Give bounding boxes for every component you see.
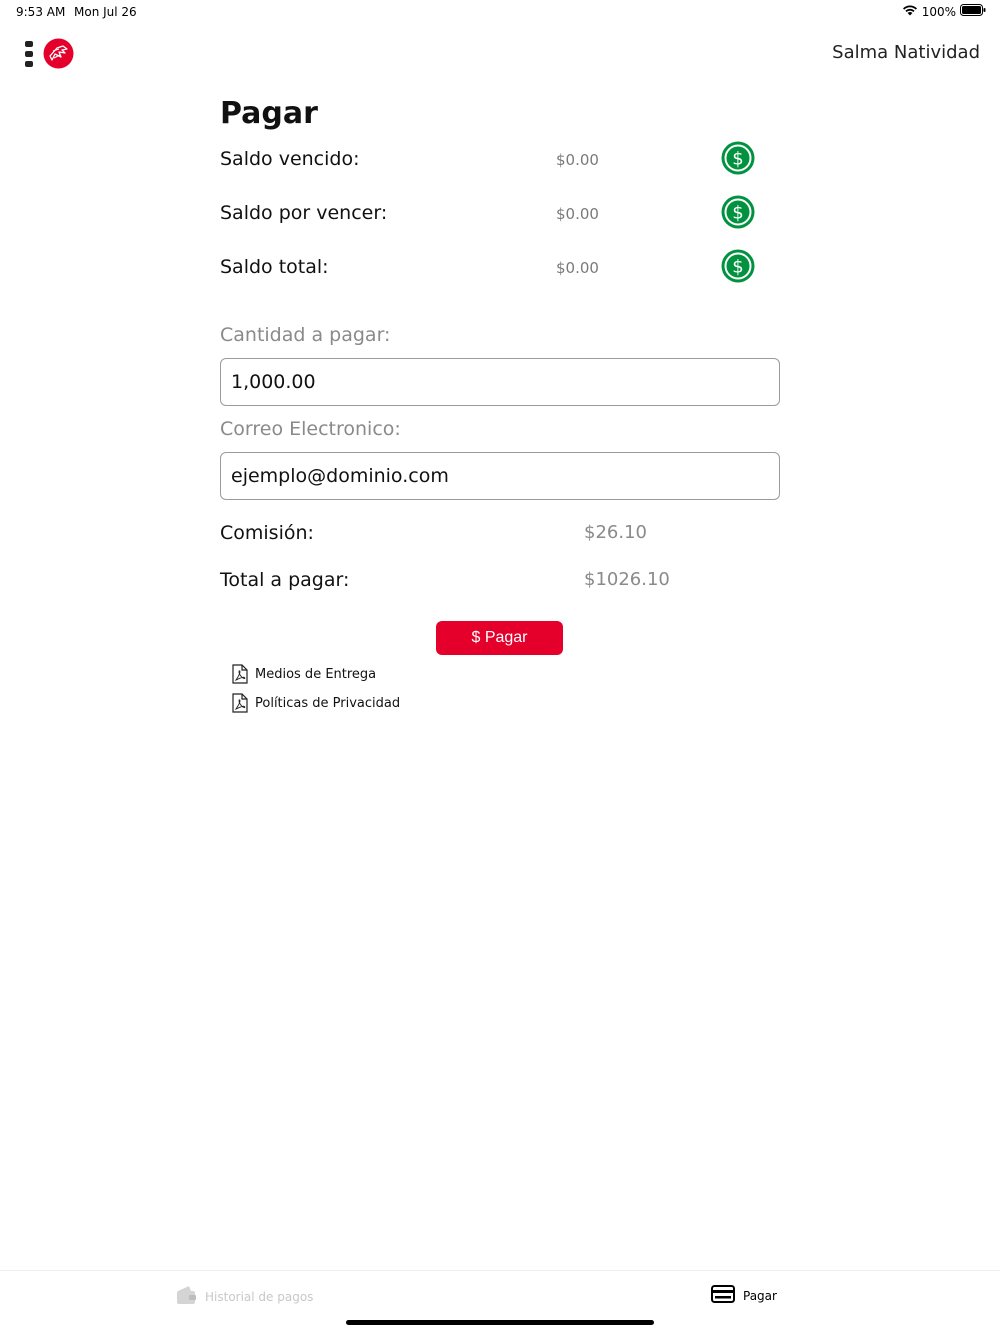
battery-icon <box>960 4 986 19</box>
status-bar: 9:53 AM Mon Jul 26 100% <box>0 0 1000 24</box>
status-date: Mon Jul 26 <box>74 5 137 19</box>
home-indicator <box>346 1320 654 1325</box>
commission-value: $26.10 <box>584 522 647 543</box>
total-label: Total a pagar: <box>220 569 350 591</box>
credit-card-icon <box>711 1285 735 1307</box>
amount-input[interactable] <box>220 358 780 406</box>
pay-button[interactable]: $ Pagar <box>436 621 563 655</box>
email-input[interactable] <box>220 452 780 500</box>
svg-text:$: $ <box>732 203 743 224</box>
status-indicators: 100% <box>902 4 986 19</box>
balance-row-upcoming: Saldo por vencer: $0.00 $ <box>220 194 780 248</box>
dollar-coin-icon[interactable]: $ <box>721 249 755 283</box>
commission-row: Comisión: $26.10 <box>220 516 780 563</box>
battery-percentage: 100% <box>921 4 956 19</box>
app-header: Salma Natividad <box>0 32 1000 76</box>
brand-logo-icon <box>43 38 74 69</box>
amount-label: Cantidad a pagar: <box>220 324 391 346</box>
user-name[interactable]: Salma Natividad <box>832 42 980 63</box>
total-value: $1026.10 <box>584 569 670 590</box>
pdf-icon <box>231 664 249 684</box>
tab-label: Historial de pagos <box>205 1290 314 1304</box>
kebab-menu-icon[interactable] <box>24 38 34 70</box>
dollar-coin-icon[interactable]: $ <box>721 195 755 229</box>
total-row: Total a pagar: $1026.10 <box>220 563 780 610</box>
svg-text:$: $ <box>732 257 743 278</box>
balance-label: Saldo total: <box>220 256 329 278</box>
payment-panel: Pagar Saldo vencido: $0.00 $ Saldo por v… <box>220 96 780 713</box>
balance-row-total: Saldo total: $0.00 $ <box>220 248 780 302</box>
tab-label: Pagar <box>743 1289 777 1303</box>
balance-value: $0.00 <box>556 205 599 223</box>
document-link-label: Medios de Entrega <box>255 666 377 682</box>
pdf-icon <box>231 693 249 713</box>
email-label: Correo Electronico: <box>220 418 401 440</box>
balance-row-overdue: Saldo vencido: $0.00 $ <box>220 140 780 194</box>
tab-payment-history[interactable]: Historial de pagos <box>175 1285 313 1309</box>
document-link-delivery[interactable]: Medios de Entrega <box>231 664 376 684</box>
svg-text:$: $ <box>732 149 743 170</box>
balance-value: $0.00 <box>556 151 599 169</box>
balance-label: Saldo por vencer: <box>220 202 388 224</box>
tab-pay[interactable]: Pagar <box>711 1285 777 1307</box>
document-link-label: Políticas de Privacidad <box>255 695 401 711</box>
dollar-coin-icon[interactable]: $ <box>721 141 755 175</box>
balance-value: $0.00 <box>556 259 599 277</box>
status-time: 9:53 AM <box>16 5 66 19</box>
balance-label: Saldo vencido: <box>220 148 360 170</box>
wallet-icon <box>175 1285 197 1309</box>
page-title: Pagar <box>220 96 318 131</box>
wifi-icon <box>902 4 918 19</box>
document-link-privacy[interactable]: Políticas de Privacidad <box>231 693 400 713</box>
commission-label: Comisión: <box>220 522 314 544</box>
